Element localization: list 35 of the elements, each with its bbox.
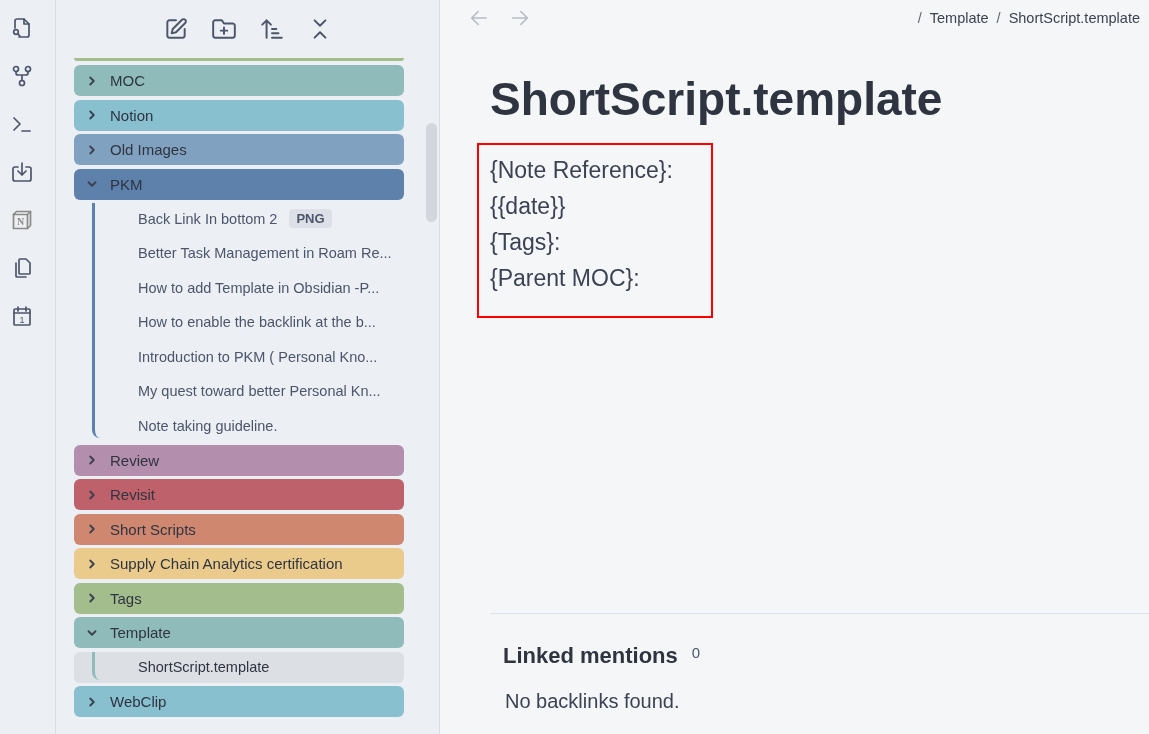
breadcrumb-link[interactable]: ShortScript.template bbox=[1008, 10, 1140, 26]
empty-backlinks-message: No backlinks found. bbox=[504, 689, 680, 714]
folder-row[interactable]: Notion bbox=[74, 99, 404, 131]
file-row[interactable]: My quest toward better Personal Kn... bbox=[74, 375, 404, 407]
file-row[interactable]: Introduction to PKM ( Personal Kno... bbox=[74, 341, 404, 372]
file-row[interactable]: How to add Template in Obsidian -P... bbox=[74, 272, 404, 303]
note-line: {Note Reference}: bbox=[490, 156, 674, 185]
folder-row[interactable]: Review bbox=[74, 444, 404, 476]
folder-row[interactable]: Old Images bbox=[74, 134, 404, 165]
note-line: {Parent MOC}: bbox=[490, 264, 641, 293]
graph-nodes-icon[interactable] bbox=[10, 64, 34, 88]
scrollbar-thumb[interactable] bbox=[426, 123, 437, 222]
note-title: ShortScript.template bbox=[490, 72, 943, 127]
breadcrumb-separator: / bbox=[917, 10, 922, 26]
file-row[interactable]: Better Task Management in Roam Re... bbox=[74, 237, 404, 269]
sort-ascending-icon[interactable] bbox=[258, 16, 285, 42]
folder-row[interactable]: MOC bbox=[74, 65, 404, 96]
linked-mentions-heading: Linked mentions bbox=[503, 642, 678, 670]
breadcrumb-separator: / bbox=[996, 10, 1001, 26]
folder-row[interactable]: Short Scripts bbox=[74, 513, 404, 545]
folder-row[interactable]: Tags bbox=[74, 582, 404, 614]
backlink-count: 0 bbox=[691, 643, 701, 663]
file-row[interactable]: Back Link In bottom 2 PNG bbox=[74, 203, 404, 234]
download-tray-icon[interactable] bbox=[10, 160, 34, 184]
file-row[interactable]: Note taking guideline. bbox=[74, 410, 404, 441]
folder-row[interactable]: Template bbox=[74, 617, 404, 648]
breadcrumb-link[interactable]: Template bbox=[929, 10, 989, 26]
file-row[interactable]: How to enable the backlink at the b... bbox=[74, 306, 404, 338]
file-row[interactable]: ShortScript.template bbox=[74, 651, 404, 683]
folder-plus-icon[interactable] bbox=[210, 16, 237, 42]
folder-row[interactable]: WebClip bbox=[74, 686, 404, 717]
file-type-badge: PNG bbox=[289, 209, 332, 228]
note-line: {Tags}: bbox=[490, 228, 562, 257]
note-line: {{date}} bbox=[490, 192, 567, 221]
folder-row[interactable]: Supply Chain Analytics certification bbox=[74, 548, 404, 579]
